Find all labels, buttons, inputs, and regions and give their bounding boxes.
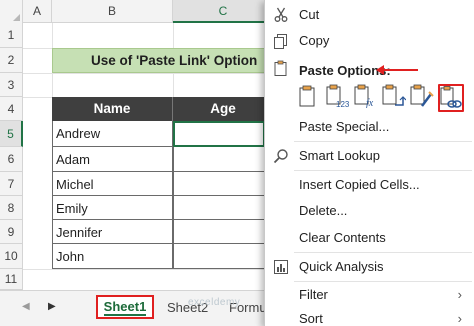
table-header-name[interactable]: Name xyxy=(52,97,173,121)
column-header-c[interactable]: C xyxy=(173,0,274,23)
scissors-icon xyxy=(274,7,288,22)
select-all-corner[interactable] xyxy=(0,0,23,23)
paste-values-button[interactable]: 123 xyxy=(326,84,352,112)
table-cell-name[interactable]: Andrew xyxy=(52,121,173,147)
menu-item-copy[interactable]: Copy xyxy=(264,29,474,53)
paste-formatting-button[interactable] xyxy=(410,84,436,112)
paste-transpose-button[interactable] xyxy=(382,84,408,112)
menu-item-sort[interactable]: Sort › xyxy=(264,307,474,326)
table-cell-age[interactable] xyxy=(173,244,274,269)
row-header-6[interactable]: 6 xyxy=(0,147,23,172)
row-header-3[interactable]: 3 xyxy=(0,73,23,97)
menu-item-insert-copied-cells[interactable]: Insert Copied Cells... xyxy=(264,173,474,197)
menu-item-clear-contents[interactable]: Clear Contents xyxy=(264,226,474,250)
title-cell[interactable]: Use of 'Paste Link' Option xyxy=(52,48,274,73)
row-header-8[interactable]: 8 xyxy=(0,196,23,220)
copy-icon xyxy=(274,34,287,49)
paste-options-row: 123 fx xyxy=(296,84,466,114)
annotation-arrow xyxy=(382,69,418,71)
menu-item-delete[interactable]: Delete... xyxy=(264,199,474,223)
menu-label: Sort xyxy=(299,311,323,326)
row-header-1[interactable]: 1 xyxy=(0,23,23,48)
column-header-a[interactable]: A xyxy=(23,0,52,23)
menu-item-smart-lookup[interactable]: Smart Lookup xyxy=(264,144,474,168)
menu-label: Smart Lookup xyxy=(299,148,380,163)
menu-label: Clear Contents xyxy=(299,230,386,245)
menu-label: Cut xyxy=(299,7,320,22)
row-header-7[interactable]: 7 xyxy=(0,172,23,196)
table-cell-name[interactable]: Michel xyxy=(52,172,173,196)
clipboard-icon xyxy=(274,60,287,76)
menu-separator xyxy=(294,281,472,282)
menu-label: Quick Analysis xyxy=(299,259,384,274)
table-cell-name[interactable]: John xyxy=(52,244,173,269)
row-header-2[interactable]: 2 xyxy=(0,48,23,73)
menu-separator xyxy=(294,252,472,253)
chevron-right-icon: › xyxy=(457,287,462,302)
menu-item-quick-analysis[interactable]: Quick Analysis xyxy=(264,255,474,279)
table-header-age[interactable]: Age xyxy=(173,97,274,121)
paste-link-icon xyxy=(440,86,462,108)
paste-formulas-button[interactable]: fx xyxy=(354,84,380,112)
menu-label: Insert Copied Cells... xyxy=(299,177,420,192)
quick-analysis-icon xyxy=(274,260,288,274)
menu-label: Paste Special... xyxy=(299,119,390,134)
sheet-tab-active[interactable]: Sheet1 xyxy=(96,295,154,319)
svg-text:123: 123 xyxy=(336,100,350,108)
row-header-11[interactable]: 11 xyxy=(0,269,23,290)
scroll-tabs-left-icon[interactable]: ◀ xyxy=(22,301,30,312)
table-cell-age[interactable] xyxy=(173,196,274,220)
menu-item-paste-special[interactable]: Paste Special... xyxy=(264,115,474,139)
paste-values-icon: 123 xyxy=(326,84,350,109)
menu-label: Filter xyxy=(299,287,328,302)
paste-icon xyxy=(299,85,315,107)
paste-transpose-icon xyxy=(382,84,407,106)
menu-label: Delete... xyxy=(299,203,348,218)
table-cell-name[interactable]: Jennifer xyxy=(52,220,173,244)
scroll-tabs-right-icon[interactable]: ▶ xyxy=(48,301,56,312)
menu-separator xyxy=(294,141,472,142)
table-cell-name[interactable]: Adam xyxy=(52,147,173,172)
paste-formatting-icon xyxy=(410,84,434,107)
menu-item-cut[interactable]: Cut xyxy=(264,3,474,27)
row-header-5[interactable]: 5 xyxy=(0,121,23,147)
paste-link-button[interactable] xyxy=(438,84,464,112)
selected-cell-c5[interactable] xyxy=(173,121,265,147)
paste-button[interactable] xyxy=(298,84,324,112)
watermark-logo: exceldemy xyxy=(188,297,241,308)
table-cell-age[interactable] xyxy=(173,172,274,196)
column-header-b[interactable]: B xyxy=(52,0,173,23)
table-cell-age[interactable] xyxy=(173,147,274,172)
chevron-right-icon: › xyxy=(457,311,462,326)
paste-formulas-icon: fx xyxy=(354,84,374,109)
table-cell-name[interactable]: Emily xyxy=(52,196,173,220)
row-header-4[interactable]: 4 xyxy=(0,97,23,121)
menu-label: Copy xyxy=(299,33,330,48)
annotation-arrow-head xyxy=(376,65,384,75)
row-header-9[interactable]: 9 xyxy=(0,220,23,244)
smart-lookup-icon xyxy=(273,149,288,164)
svg-text:fx: fx xyxy=(366,98,374,108)
menu-item-filter[interactable]: Filter › xyxy=(264,283,474,307)
row-header-10[interactable]: 10 xyxy=(0,244,23,269)
table-cell-age[interactable] xyxy=(173,220,274,244)
menu-separator xyxy=(294,170,472,171)
